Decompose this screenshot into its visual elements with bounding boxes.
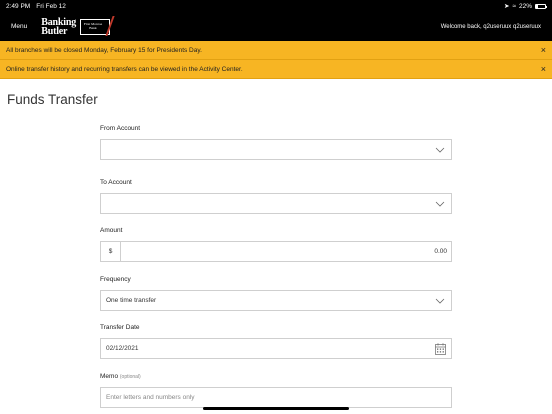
close-icon[interactable]: ×: [541, 45, 546, 55]
memo-field: Memo (optional) Enter letters and number…: [100, 373, 452, 408]
logo-line-2: Butler: [41, 25, 68, 37]
memo-label: Memo (optional): [100, 373, 452, 381]
transfer-date-value: 02/12/2021: [106, 345, 139, 352]
page-title: Funds Transfer: [7, 92, 98, 107]
wifi-icon: ≈: [512, 2, 516, 10]
battery-fill: [536, 4, 538, 8]
from-account-label: From Account: [100, 125, 141, 132]
memo-label-text: Memo: [100, 373, 119, 380]
banner-text: All branches will be closed Monday, Febr…: [6, 46, 202, 54]
amount-field: Amount $ 0.00: [100, 227, 452, 262]
welcome-message: Welcome back, q2useruux q2useruux: [440, 23, 541, 30]
status-time: 2:49 PM: [6, 2, 31, 10]
from-account-field: From Account: [100, 125, 452, 160]
chevron-down-icon: [435, 201, 445, 207]
top-nav: Menu Banking Butler First Monroe Bank We…: [0, 12, 552, 41]
to-account-label: To Account: [100, 179, 132, 186]
notice-banner-holiday: All branches will be closed Monday, Febr…: [0, 41, 552, 60]
home-indicator[interactable]: [203, 407, 349, 410]
brand-logo[interactable]: Banking Butler First Monroe Bank: [41, 17, 110, 37]
chevron-down-icon: [435, 298, 445, 304]
menu-button[interactable]: Menu: [11, 23, 27, 30]
battery-percent: 22%: [518, 2, 532, 10]
to-account-select[interactable]: [100, 193, 452, 214]
to-account-field: To Account: [100, 179, 452, 214]
transfer-date-input[interactable]: 02/12/2021: [100, 338, 452, 359]
from-account-select[interactable]: [100, 139, 452, 160]
battery-icon: [535, 3, 547, 9]
amount-label: Amount: [100, 227, 123, 234]
amount-input[interactable]: $ 0.00: [100, 241, 452, 262]
frequency-value: One time transfer: [106, 297, 157, 304]
frequency-select[interactable]: One time transfer: [100, 290, 452, 311]
bank-seal-logo: First Monroe Bank: [80, 18, 110, 35]
chevron-down-icon: [435, 147, 445, 153]
memo-placeholder: Enter letters and numbers only: [106, 394, 195, 401]
seal-text: First Monroe Bank: [83, 21, 103, 30]
frequency-field: Frequency One time transfer: [100, 276, 452, 311]
status-date: Fri Feb 12: [36, 2, 66, 10]
memo-input[interactable]: Enter letters and numbers only: [100, 387, 452, 408]
amount-value: 0.00: [434, 248, 447, 255]
status-bar: 2:49 PM Fri Feb 12 ➤ ≈ 22%: [0, 0, 552, 12]
location-icon: ➤: [503, 3, 510, 10]
frequency-label: Frequency: [100, 276, 131, 283]
currency-prefix: $: [101, 242, 121, 261]
close-icon[interactable]: ×: [541, 64, 546, 74]
calendar-icon[interactable]: [435, 343, 446, 355]
memo-optional-hint: (optional): [119, 374, 141, 380]
logo-text: Banking Butler: [41, 17, 76, 37]
banner-text: Online transfer history and recurring tr…: [6, 65, 243, 73]
transfer-date-label: Transfer Date: [100, 324, 140, 331]
notice-banner-activity: Online transfer history and recurring tr…: [0, 60, 552, 79]
transfer-date-field: Transfer Date 02/12/2021: [100, 324, 452, 359]
